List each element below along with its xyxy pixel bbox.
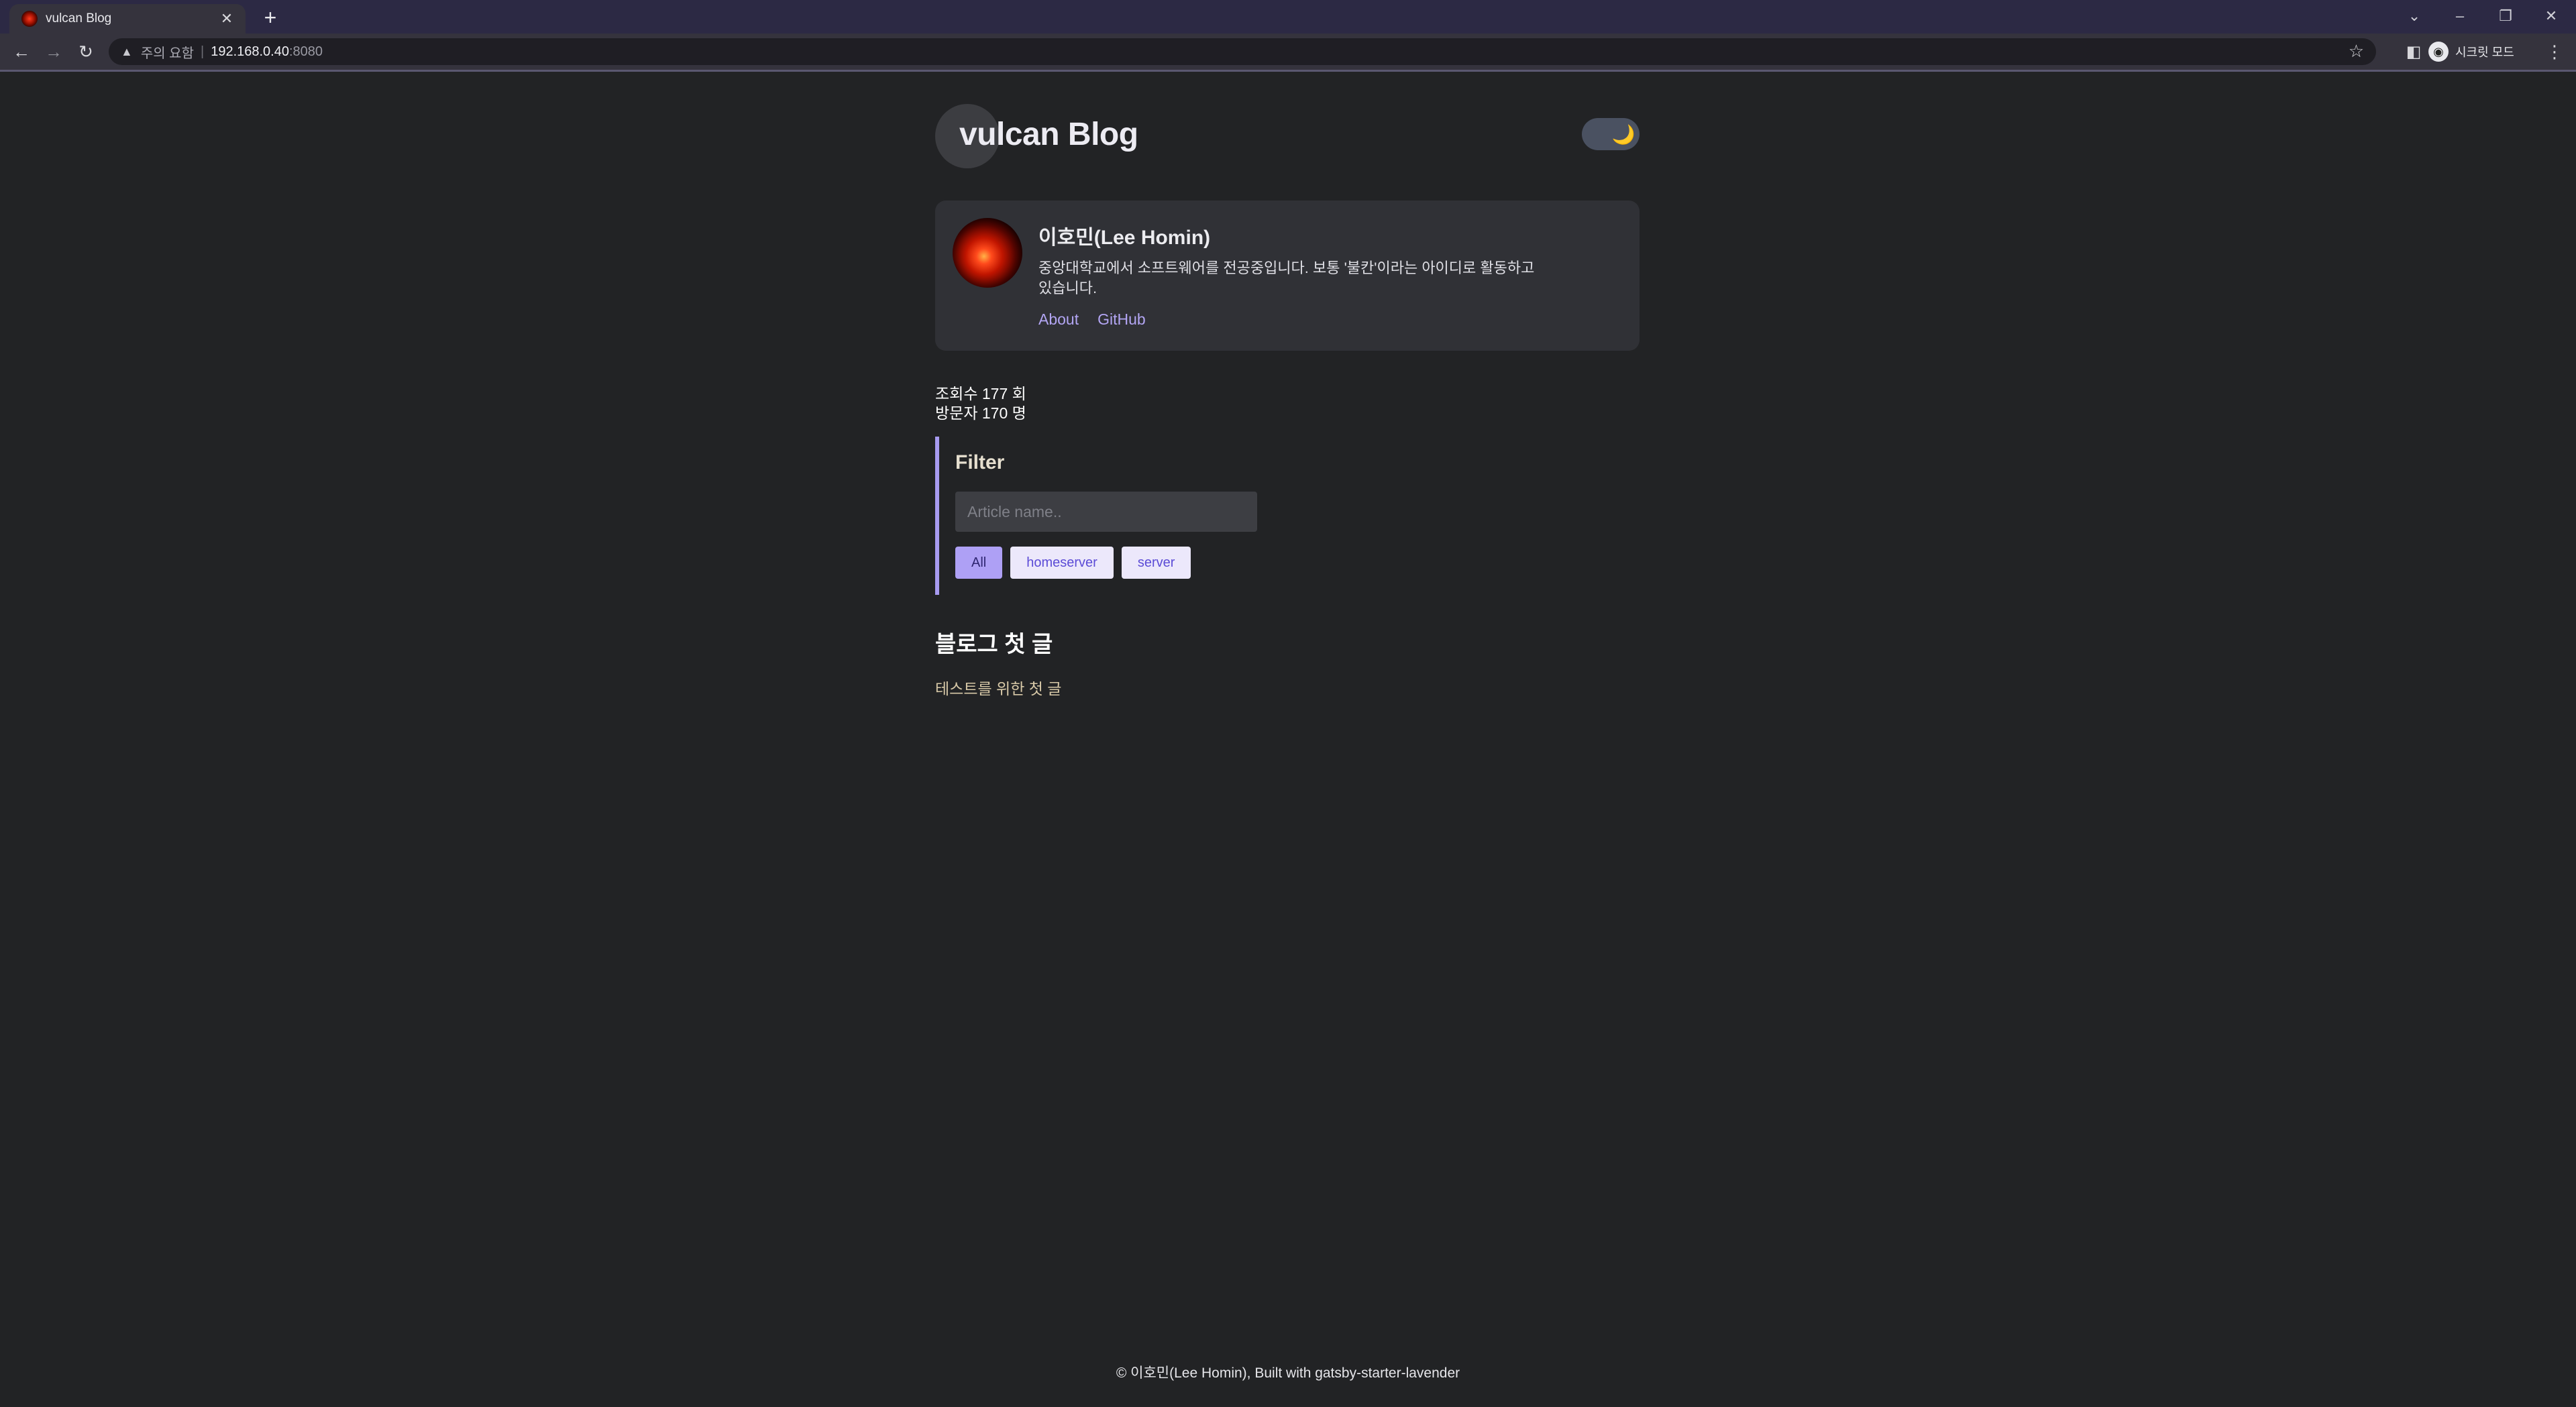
theme-toggle[interactable]: 🌙 (1582, 118, 1640, 150)
browser-tabstrip: vulcan Blog ✕ + ⌄ – ❐ ✕ (0, 0, 2576, 34)
filter-title: Filter (955, 451, 1005, 473)
filter-panel: Filter All homeserver server (935, 437, 1257, 595)
site-footer: © 이호민(Lee Homin), Built with gatsby-star… (1116, 1365, 1460, 1381)
bio-description: 중앙대학교에서 소프트웨어를 전공중입니다. 보통 '불칸'이라는 아이디로 활… (1038, 260, 1535, 296)
github-link[interactable]: GitHub (1097, 311, 1146, 329)
view-count: 조회수 177 회 (935, 385, 1026, 402)
post-title[interactable]: 블로그 첫 글 (935, 626, 1640, 659)
close-tab-icon[interactable]: ✕ (217, 9, 236, 28)
address-bar[interactable]: ▲ 주의 요함 | 192.168.0.40 :8080 ☆ (109, 38, 2376, 65)
browser-tab[interactable]: vulcan Blog ✕ (9, 4, 246, 34)
bio-name: 이호민(Lee Homin) (1038, 227, 1211, 249)
tag-list: All homeserver server (955, 547, 1191, 579)
new-tab-button[interactable]: + (259, 6, 282, 29)
tag-server-button[interactable]: server (1121, 547, 1191, 579)
volcano-favicon-icon (21, 11, 38, 27)
browser-menu-icon[interactable]: ⋮ (2542, 40, 2567, 64)
forward-button[interactable]: → (42, 40, 66, 64)
warning-icon[interactable]: ▲ (121, 45, 133, 59)
restore-button[interactable]: ❐ (2489, 4, 2522, 28)
bookmark-star-icon[interactable]: ☆ (2349, 41, 2364, 62)
minimize-button[interactable]: – (2443, 4, 2477, 28)
site-title-link[interactable]: vulcan Blog (959, 116, 1138, 153)
incognito-profile[interactable]: ◉ 시크릿 모드 (2428, 40, 2514, 63)
url-separator: | (201, 44, 205, 59)
side-panel-icon[interactable]: ◧ (2402, 40, 2426, 64)
moon-icon: 🌙 (1611, 123, 1635, 145)
post-excerpt: 테스트를 위한 첫 글 (935, 680, 1062, 697)
close-window-button[interactable]: ✕ (2534, 4, 2568, 28)
tag-all-button[interactable]: All (955, 547, 1003, 579)
avatar (953, 218, 1022, 288)
url-port[interactable]: :8080 (289, 44, 323, 60)
tab-search-icon[interactable]: ⌄ (2398, 4, 2431, 28)
post-item[interactable]: 블로그 첫 글 테스트를 위한 첫 글 (935, 626, 1640, 699)
article-search-input[interactable] (955, 492, 1257, 532)
visit-stats: 조회수 177 회 방문자 170 명 (935, 384, 1026, 423)
bio-card: 이호민(Lee Homin) 중앙대학교에서 소프트웨어를 전공중입니다. 보통… (935, 201, 1640, 351)
visitor-count: 방문자 170 명 (935, 404, 1026, 422)
tag-homeserver-button[interactable]: homeserver (1010, 547, 1114, 579)
incognito-label: 시크릿 모드 (2455, 46, 2514, 59)
bio-links: About GitHub (1038, 311, 1146, 329)
security-warning-text[interactable]: 주의 요함 (141, 42, 194, 62)
tab-title: vulcan Blog (46, 11, 112, 25)
browser-toolbar: ← → ↻ ▲ 주의 요함 | 192.168.0.40 :8080 ☆ ◧ ◉… (0, 34, 2576, 70)
site-header: vulcan Blog 🌙 (935, 104, 1640, 171)
back-button[interactable]: ← (9, 40, 34, 64)
page-body: vulcan Blog 🌙 이호민(Lee Homin) 중앙대학교에서 소프트… (0, 72, 2576, 1407)
reload-button[interactable]: ↻ (74, 40, 98, 64)
incognito-icon: ◉ (2428, 42, 2449, 62)
url-host[interactable]: 192.168.0.40 (211, 44, 289, 60)
about-link[interactable]: About (1038, 311, 1079, 329)
